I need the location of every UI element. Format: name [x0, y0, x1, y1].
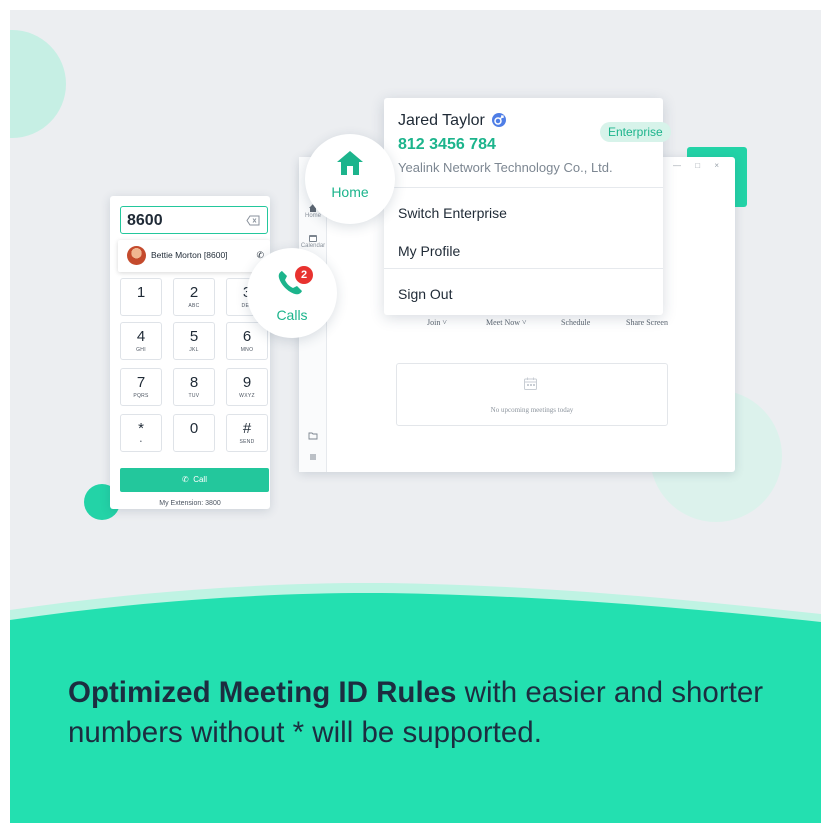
key-letters: PQRS — [133, 393, 149, 399]
profile-company: Yealink Network Technology Co., Ltd. — [398, 160, 613, 175]
home-bubble: Home — [305, 134, 395, 224]
decorative-circle — [10, 30, 66, 138]
key-digit: 7 — [136, 374, 146, 391]
key-2[interactable]: 2 ABC — [173, 278, 215, 316]
menu-icon — [310, 454, 316, 460]
calendar-icon — [524, 377, 537, 390]
contact-suggestion[interactable]: Bettie Morton [8600] ✆ — [118, 240, 270, 272]
avatar — [127, 246, 146, 265]
key-5[interactable]: 5 JKL — [173, 322, 215, 360]
home-icon — [337, 151, 363, 175]
key-letters: WXYZ — [239, 393, 255, 399]
enterprise-badge: Enterprise — [600, 122, 671, 142]
key-letters: • — [139, 439, 143, 445]
divider — [384, 268, 663, 269]
calendar-icon — [309, 235, 317, 242]
sidebar-item-more[interactable] — [299, 452, 327, 462]
call-button[interactable]: ✆ Call — [120, 468, 269, 492]
sign-out-item[interactable]: Sign Out — [398, 286, 452, 302]
key-1[interactable]: 1 — [120, 278, 162, 316]
key-0[interactable]: 0 — [173, 414, 215, 452]
key-letters: JKL — [189, 347, 199, 353]
key-9[interactable]: 9 WXYZ — [226, 368, 268, 406]
key-digit: 8 — [189, 374, 199, 391]
dial-input-value: 8600 — [127, 212, 163, 229]
call-button-label: Call — [193, 475, 207, 484]
key-letters: SEND — [239, 439, 255, 445]
profile-menu: Jared Taylor Enterprise 812 3456 784 Yea… — [384, 98, 671, 315]
divider — [384, 187, 663, 188]
home-bubble-label: Home — [331, 184, 369, 200]
promo-canvas: Home Calendar — □ × Join ˅ Meet Now ˅ Sc… — [10, 10, 821, 823]
calls-bubble: 2 Calls — [247, 248, 337, 338]
sidebar-item-label: Home — [304, 213, 321, 219]
key-digit: 0 — [189, 420, 199, 437]
key-hash[interactable]: # SEND — [226, 414, 268, 452]
folder-icon — [308, 432, 318, 440]
phone-icon: ✆ — [182, 475, 189, 484]
key-letters: GHI — [136, 347, 146, 353]
key-letters: MNO — [240, 347, 254, 353]
key-digit: 1 — [136, 284, 146, 301]
key-star[interactable]: * • — [120, 414, 162, 452]
calls-count-badge: 2 — [295, 266, 313, 284]
key-7[interactable]: 7 PQRS — [120, 368, 162, 406]
switch-enterprise-item[interactable]: Switch Enterprise — [398, 205, 507, 221]
profile-phone: 812 3456 784 — [398, 136, 496, 153]
join-button[interactable]: Join ˅ — [427, 318, 447, 327]
my-profile-item[interactable]: My Profile — [398, 243, 460, 259]
key-digit: * — [138, 420, 144, 437]
key-digit: 4 — [136, 328, 146, 345]
empty-state-text: No upcoming meetings today — [490, 406, 574, 414]
meet-now-button[interactable]: Meet Now ˅ — [486, 318, 527, 327]
key-digit: 5 — [189, 328, 199, 345]
key-6[interactable]: 6 MNO — [226, 322, 268, 360]
dialer-panel: 8600 Bettie Morton [8600] ✆ 1 2ABC 3DEF … — [110, 196, 270, 509]
caption-headline: Optimized Meeting ID Rules — [68, 676, 457, 709]
key-digit: 9 — [242, 374, 252, 391]
verified-badge-icon — [492, 113, 506, 127]
key-digit: # — [242, 420, 252, 437]
profile-name: Jared Taylor — [398, 112, 485, 129]
key-letters: TUV — [188, 393, 200, 399]
sidebar-item-files[interactable] — [299, 431, 327, 441]
my-extension: My Extension: 3800 — [159, 500, 221, 507]
key-4[interactable]: 4 GHI — [120, 322, 162, 360]
key-letters: ABC — [188, 303, 200, 309]
dial-input[interactable]: 8600 — [120, 206, 268, 234]
upcoming-meetings-panel: No upcoming meetings today — [396, 363, 668, 426]
caption-text: Optimized Meeting ID Rules with easier a… — [68, 673, 798, 753]
key-digit: 2 — [189, 284, 199, 301]
window-controls[interactable]: — □ × — [673, 161, 725, 170]
key-8[interactable]: 8 TUV — [173, 368, 215, 406]
sidebar-item-label: Calendar — [300, 243, 326, 249]
key-digit: 6 — [242, 328, 252, 345]
backspace-icon[interactable] — [246, 215, 260, 226]
share-screen-button[interactable]: Share Screen — [626, 318, 668, 327]
sidebar-item-calendar[interactable]: Calendar — [299, 233, 327, 249]
suggestion-name: Bettie Morton [8600] — [151, 250, 228, 260]
calls-bubble-label: Calls — [276, 307, 308, 323]
schedule-button[interactable]: Schedule — [561, 318, 590, 327]
